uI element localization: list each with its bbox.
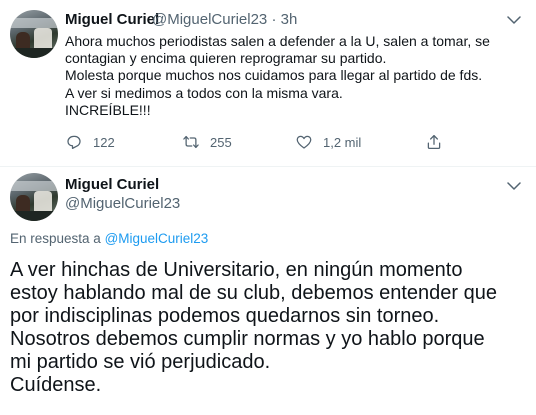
- tweet-time[interactable]: 3h: [281, 11, 298, 28]
- tweet-actions: 122 255 1,2 mil: [65, 131, 465, 153]
- tweet-text-line: Cuídense.: [10, 374, 102, 396]
- reply-button[interactable]: 122: [65, 131, 115, 153]
- tweet-text-line: A ver hinchas de Universitario, en ningú…: [10, 259, 463, 281]
- share-button[interactable]: [425, 131, 443, 153]
- avatar[interactable]: [10, 173, 58, 221]
- tweet-meta: @MiguelCuriel23 · 3h: [152, 11, 297, 28]
- tweet-parent[interactable]: Miguel Curiel @MiguelCuriel23 · 3h Ahora…: [0, 0, 536, 167]
- in-reply-to: En respuesta a @MiguelCuriel23: [10, 231, 208, 246]
- like-icon: [295, 133, 313, 151]
- like-button[interactable]: 1,2 mil: [295, 131, 361, 153]
- reply-to-link[interactable]: @MiguelCuriel23: [105, 231, 209, 246]
- reply-prefix: En respuesta a: [10, 231, 105, 246]
- tweet-text-line: Ahora muchos periodistas salen a defende…: [65, 33, 490, 49]
- author-handle[interactable]: @MiguelCuriel23: [65, 195, 180, 212]
- tweet-text-line: INCREÍBLE!!!: [65, 101, 151, 118]
- retweet-icon: [182, 133, 200, 151]
- avatar[interactable]: [10, 10, 58, 58]
- meta-separator: ·: [267, 11, 281, 28]
- like-count: 1,2 mil: [323, 134, 362, 150]
- chevron-down-icon[interactable]: [505, 177, 523, 195]
- share-icon: [425, 133, 443, 151]
- chevron-down-icon[interactable]: [505, 11, 523, 29]
- tweet-text-line: estoy hablando mal de su club, debemos e…: [10, 282, 498, 304]
- tweet-text: A ver hinchas de Universitario, en ningú…: [10, 259, 530, 397]
- author-name[interactable]: Miguel Curiel: [65, 11, 159, 28]
- tweet-text-line: por indisciplinas podemos quedarnos sin …: [10, 305, 440, 327]
- tweet-text-line: A ver si medimos a todos con la misma va…: [65, 84, 343, 101]
- retweet-count: 255: [210, 134, 232, 150]
- tweet-text-line: Nosotros debemos cumplir normas y yo hab…: [10, 328, 485, 350]
- reply-icon: [65, 133, 83, 151]
- reply-count: 122: [93, 134, 115, 150]
- tweet-text: Ahora muchos periodistas salen a defende…: [65, 33, 525, 119]
- author-handle[interactable]: @MiguelCuriel23: [152, 11, 267, 28]
- author-name[interactable]: Miguel Curiel: [65, 176, 159, 193]
- tweet-text-line: Molesta porque muchos nos cuidamos para …: [65, 67, 483, 84]
- tweet-text-line: contagian y encima quieren reprogramar s…: [65, 50, 387, 67]
- tweet-text-line: mi partido se vió perjudicado.: [10, 351, 271, 373]
- retweet-button[interactable]: 255: [182, 131, 232, 153]
